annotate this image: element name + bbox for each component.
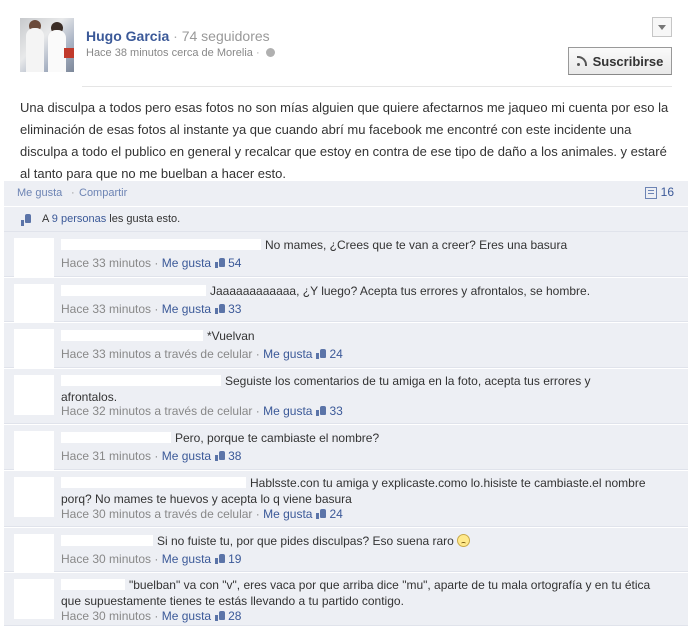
comment-like-link[interactable]: Me gusta bbox=[263, 404, 312, 418]
like-link[interactable]: Me gusta bbox=[17, 187, 62, 199]
comment-timestamp[interactable]: Hace 33 minutos bbox=[61, 302, 151, 316]
comment-meta: Hace 31 minutos · Me gusta 38 bbox=[61, 449, 242, 463]
comment-like-count[interactable]: 38 bbox=[228, 449, 241, 463]
comment-text: Si no fuiste tu, por que pides disculpas… bbox=[157, 534, 454, 548]
comment-meta: Hace 30 minutos · Me gusta 19 bbox=[61, 552, 242, 566]
commenter-name-redacted[interactable] bbox=[61, 535, 153, 546]
comment-text: No mames, ¿Crees que te van a creer? Ere… bbox=[265, 238, 568, 252]
post-timestamp-location[interactable]: Hace 38 minutos cerca de Morelia bbox=[86, 47, 253, 59]
separator-dot: · bbox=[173, 28, 178, 44]
comment-meta: Hace 33 minutos · Me gusta 54 bbox=[61, 256, 242, 270]
author-name[interactable]: Hugo Garcia bbox=[86, 28, 169, 44]
comment-like-link[interactable]: Me gusta bbox=[162, 449, 211, 463]
comment-like-count[interactable]: 33 bbox=[228, 302, 241, 316]
share-link[interactable]: Compartir bbox=[79, 187, 127, 199]
thumbs-up-icon bbox=[316, 349, 327, 359]
thumbs-up-icon bbox=[215, 304, 226, 314]
post-meta: Hace 38 minutos cerca de Morelia · bbox=[86, 47, 275, 59]
comment-meta: Hace 30 minutos · Me gusta 28 bbox=[61, 609, 242, 623]
comment: No mames, ¿Crees que te van a creer? Ere… bbox=[4, 232, 688, 278]
commenter-avatar[interactable] bbox=[14, 579, 54, 619]
comment: Pero, porque te cambiaste el nombre? Hac… bbox=[4, 425, 688, 471]
comment-like-link[interactable]: Me gusta bbox=[162, 609, 211, 623]
comment-timestamp[interactable]: Hace 30 minutos bbox=[61, 552, 151, 566]
author-avatar[interactable] bbox=[20, 18, 74, 72]
rss-icon bbox=[576, 56, 587, 66]
commenter-name-redacted[interactable] bbox=[61, 330, 203, 341]
comment-timestamp[interactable]: Hace 33 minutos a través de celular bbox=[61, 347, 252, 361]
commenter-avatar[interactable] bbox=[14, 329, 54, 369]
header-divider bbox=[82, 86, 672, 87]
comment-like-link[interactable]: Me gusta bbox=[162, 552, 211, 566]
comment-like-link[interactable]: Me gusta bbox=[263, 507, 312, 521]
comment-like-count[interactable]: 28 bbox=[228, 609, 241, 623]
comment-timestamp[interactable]: Hace 31 minutos bbox=[61, 449, 151, 463]
globe-icon bbox=[265, 48, 275, 57]
commenter-avatar[interactable] bbox=[14, 284, 54, 324]
comment-like-count[interactable]: 24 bbox=[329, 347, 342, 361]
thumbs-up-icon bbox=[21, 214, 33, 226]
commenter-name-redacted[interactable] bbox=[61, 477, 246, 488]
likers-link[interactable]: 9 personas bbox=[52, 213, 106, 225]
frown-emoticon-icon bbox=[456, 534, 470, 547]
comment-meta: Hace 32 minutos a través de celular · Me… bbox=[61, 404, 343, 418]
commenter-name-redacted[interactable] bbox=[61, 432, 171, 443]
thumbs-up-icon bbox=[215, 451, 226, 461]
commenter-avatar[interactable] bbox=[14, 238, 54, 278]
comment: Hablsste.con tu amiga y explicaste.como … bbox=[4, 471, 688, 527]
comment-like-link[interactable]: Me gusta bbox=[162, 256, 211, 270]
comment-meta: Hace 30 minutos a través de celular · Me… bbox=[61, 507, 343, 521]
follower-count[interactable]: 74 seguidores bbox=[182, 28, 270, 44]
comment: Si no fuiste tu, por que pides disculpas… bbox=[4, 528, 688, 574]
commenter-avatar[interactable] bbox=[14, 534, 54, 574]
comment-timestamp[interactable]: Hace 33 minutos bbox=[61, 256, 151, 270]
commenter-avatar[interactable] bbox=[14, 431, 54, 471]
comment-like-count[interactable]: 33 bbox=[329, 404, 342, 418]
commenter-avatar[interactable] bbox=[14, 375, 54, 415]
author-line: Hugo Garcia · 74 seguidores bbox=[86, 28, 270, 44]
comment-meta: Hace 33 minutos · Me gusta 33 bbox=[61, 302, 242, 316]
commenter-name-redacted[interactable] bbox=[61, 375, 221, 386]
comment: *Vuelvan Hace 33 minutos a través de cel… bbox=[4, 323, 688, 369]
post-message: Una disculpa a todos pero esas fotos no … bbox=[20, 100, 669, 181]
thumbs-up-icon bbox=[316, 509, 327, 519]
comment-text: "buelban" va con "v", eres vaca por que … bbox=[61, 578, 651, 608]
comment-like-count[interactable]: 54 bbox=[228, 256, 241, 270]
comment-text: Jaaaaaaaaaaaa, ¿Y luego? Acepta tus erro… bbox=[210, 284, 591, 298]
comment-like-count[interactable]: 19 bbox=[228, 552, 241, 566]
subscribe-label: Suscribirse bbox=[592, 53, 664, 69]
comment-count[interactable]: 16 bbox=[661, 185, 674, 199]
comment-timestamp[interactable]: Hace 30 minutos a través de celular bbox=[61, 507, 252, 521]
commenter-avatar[interactable] bbox=[14, 477, 54, 517]
comment-meta: Hace 33 minutos a través de celular · Me… bbox=[61, 347, 343, 361]
thumbs-up-icon bbox=[215, 554, 226, 564]
comment: Seguiste los comentarios de tu amiga en … bbox=[4, 369, 688, 424]
comment-timestamp[interactable]: Hace 32 minutos a través de celular bbox=[61, 404, 252, 418]
thumbs-up-icon bbox=[215, 258, 226, 268]
comment-like-link[interactable]: Me gusta bbox=[162, 302, 211, 316]
thumbs-up-icon bbox=[316, 406, 327, 416]
post-actions-bar: Me gusta · Compartir 16 bbox=[4, 181, 688, 207]
thumbs-up-icon bbox=[215, 611, 226, 621]
comment-timestamp[interactable]: Hace 30 minutos bbox=[61, 609, 151, 623]
comment-text: Pero, porque te cambiaste el nombre? bbox=[175, 431, 380, 445]
comment-like-count[interactable]: 24 bbox=[329, 507, 342, 521]
comment: Jaaaaaaaaaaaa, ¿Y luego? Acepta tus erro… bbox=[4, 278, 688, 324]
commenter-name-redacted[interactable] bbox=[61, 579, 125, 590]
comment-like-link[interactable]: Me gusta bbox=[263, 347, 312, 361]
facebook-post: Hugo Garcia · 74 seguidores Hace 38 minu… bbox=[0, 0, 690, 626]
likes-summary: A 9 personas les gusta esto. bbox=[4, 207, 688, 232]
commenter-name-redacted[interactable] bbox=[61, 285, 206, 296]
comment: "buelban" va con "v", eres vaca por que … bbox=[4, 573, 688, 626]
comments-icon[interactable] bbox=[645, 187, 657, 199]
comment-text: *Vuelvan bbox=[207, 329, 255, 343]
post-options-dropdown[interactable] bbox=[652, 17, 672, 37]
commenter-name-redacted[interactable] bbox=[61, 239, 261, 250]
subscribe-button[interactable]: Suscribirse bbox=[568, 47, 672, 75]
